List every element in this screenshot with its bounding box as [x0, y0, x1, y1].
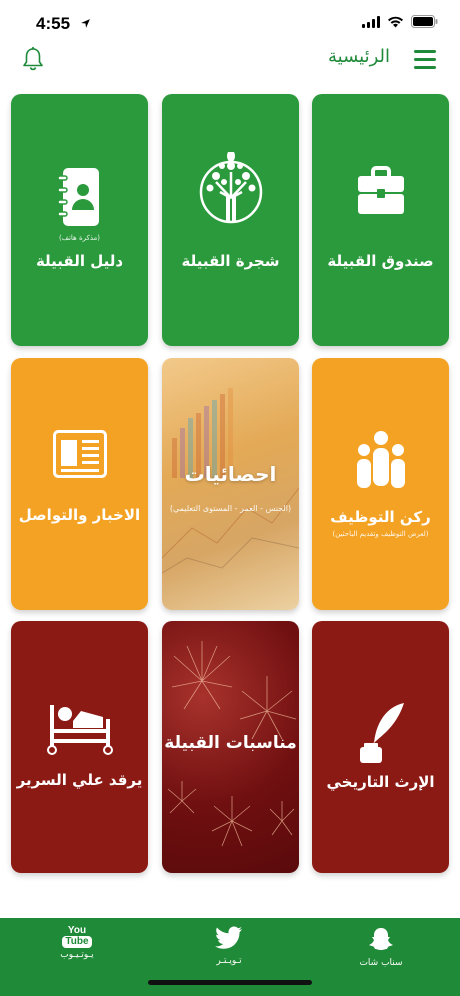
status-time: 4:55: [36, 14, 71, 33]
tab-label: يـوتـيـوب: [60, 950, 94, 960]
tile-label: يرقد علي السرير: [16, 771, 143, 789]
notifications-bell-icon[interactable]: [22, 46, 44, 72]
tile-subtitle: (مذكرة هاتف): [59, 234, 100, 242]
tile-label: شجرة القبيلة: [181, 252, 280, 270]
tile-news-communication[interactable]: الاخبار والتواصل: [11, 358, 148, 610]
tab-label: تـويـتـر: [216, 956, 242, 966]
briefcase-icon: [312, 164, 449, 216]
tile-label: الإرث التاريخي: [326, 773, 435, 791]
family-tree-icon: [162, 152, 299, 232]
tab-twitter[interactable]: تـويـتـر: [184, 926, 274, 966]
app-header: الرئيسية: [0, 44, 460, 90]
tile-label: مناسبات القبيلة: [164, 733, 297, 753]
tab-snapchat[interactable]: سناب شات: [336, 926, 426, 968]
tile-tribe-directory[interactable]: (مذكرة هاتف) دليل القبيلة: [11, 94, 148, 346]
tile-subtitle: (الجنس - العمر - المستوى التعليمي): [169, 504, 292, 513]
tile-label: صندوق القبيلة: [327, 252, 434, 270]
people-icon: [312, 430, 449, 492]
youtube-icon: You Tube: [62, 925, 92, 948]
location-arrow-icon: [81, 19, 90, 28]
page-title: الرئيسية: [328, 46, 390, 67]
tile-employment-corner[interactable]: ركن التوظيف (لعرض التوظيف وتقديم الباحثي…: [312, 358, 449, 610]
tile-hospitalized[interactable]: يرقد علي السرير: [11, 621, 148, 873]
tile-tribe-occasions[interactable]: مناسبات القبيلة: [162, 621, 299, 873]
wifi-icon: [388, 16, 403, 27]
status-bar: 4:55: [0, 0, 460, 44]
hamburger-menu-icon[interactable]: [414, 50, 436, 69]
battery-icon: [411, 15, 438, 28]
tile-label: الاخبار والتواصل: [18, 506, 141, 524]
hospital-bed-icon: [11, 699, 148, 755]
tab-label: سناب شات: [359, 958, 403, 968]
signal-icon: [362, 15, 380, 28]
newspaper-icon: [11, 430, 148, 478]
tile-label: احصائيات: [184, 462, 277, 486]
home-indicator: [148, 980, 312, 985]
tile-label: دليل القبيلة: [35, 252, 124, 270]
tile-label: ركن التوظيف: [330, 508, 431, 526]
tile-statistics[interactable]: احصائيات (الجنس - العمر - المستوى التعلي…: [162, 358, 299, 610]
youtube-logo-text-bottom: Tube: [62, 936, 92, 948]
tile-historical-heritage[interactable]: الإرث التاريخي: [312, 621, 449, 873]
tile-subtitle: (لعرض التوظيف وتقديم الباحثين): [332, 530, 429, 538]
quill-inkwell-icon: [312, 701, 449, 765]
twitter-icon: [215, 926, 242, 949]
contact-book-icon: [11, 166, 148, 228]
tab-youtube[interactable]: You Tube يـوتـيـوب: [32, 925, 122, 961]
tile-tribe-fund[interactable]: صندوق القبيلة: [312, 94, 449, 346]
snapchat-icon: [369, 928, 393, 950]
youtube-logo-text-top: You: [67, 925, 87, 936]
tile-tribe-tree[interactable]: شجرة القبيلة: [162, 94, 299, 346]
